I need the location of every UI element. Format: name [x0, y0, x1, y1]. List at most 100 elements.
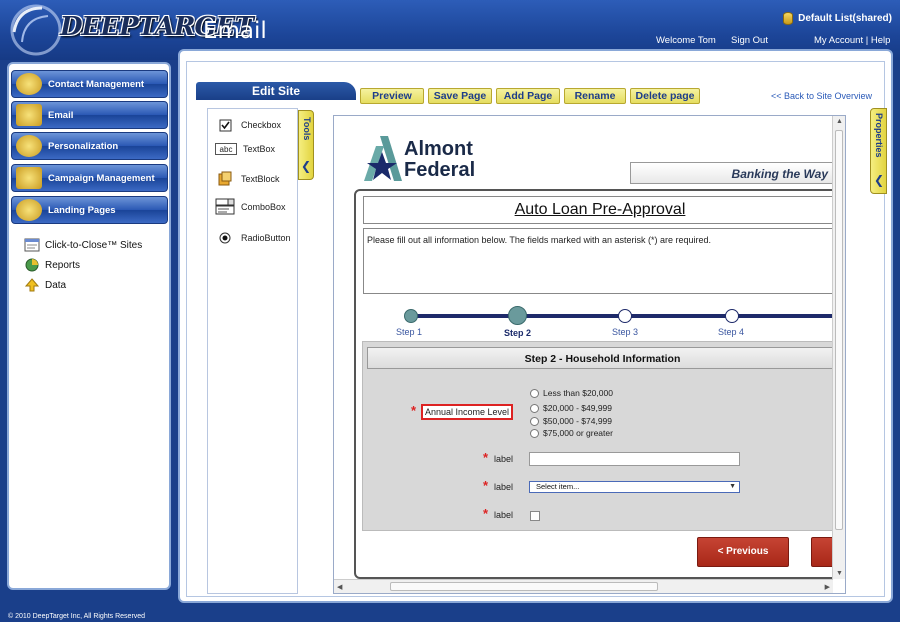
- tool-label: ComboBox: [241, 202, 286, 212]
- brand-swirl-icon: [10, 4, 62, 56]
- required-asterisk: *: [411, 403, 417, 418]
- page-canvas: Almont Federal Banking the Way Auto Loan…: [333, 115, 846, 594]
- scroll-up-icon[interactable]: ▲: [836, 118, 843, 125]
- tools-tab-label: Tools: [302, 117, 312, 141]
- edit-site-tab[interactable]: Edit Site: [196, 82, 356, 100]
- editor-area: Edit Site Preview Save Page Add Page Ren…: [186, 61, 887, 597]
- add-page-button[interactable]: Add Page: [496, 88, 560, 104]
- horizontal-scrollbar[interactable]: ◀ ▶: [334, 579, 833, 593]
- delete-page-button[interactable]: Delete page: [630, 88, 700, 104]
- properties-tab-label: Properties: [874, 113, 884, 158]
- product-name: Email: [203, 18, 267, 44]
- properties-tab[interactable]: Properties ❮: [870, 108, 887, 194]
- chevron-left-icon: ❮: [301, 159, 312, 173]
- left-sidebar: Contact Management Email Personalization…: [7, 62, 171, 590]
- save-page-button[interactable]: Save Page: [428, 88, 492, 104]
- chevron-left-icon: ❮: [874, 173, 885, 187]
- step-label-active: Step 2: [504, 328, 532, 338]
- household-section: Step 2 - Household Information * Annual …: [362, 341, 833, 531]
- nav-contact-management[interactable]: Contact Management: [11, 70, 168, 98]
- radio-icon: [530, 388, 539, 398]
- nav-landing-pages[interactable]: Landing Pages: [11, 196, 168, 224]
- radio-option[interactable]: $75,000 or greater: [530, 428, 613, 438]
- scroll-left-icon[interactable]: ◀: [337, 583, 342, 591]
- tool-textblock[interactable]: TextBlock: [215, 171, 280, 187]
- radio-option[interactable]: $50,000 - $74,999: [530, 416, 612, 426]
- combobox-icon: [215, 198, 235, 215]
- intro-textblock[interactable]: Please fill out all information below. T…: [363, 228, 833, 294]
- scroll-thumb[interactable]: [835, 130, 843, 530]
- tool-textbox[interactable]: abc TextBox: [215, 143, 275, 155]
- step-label: Step 4: [718, 327, 745, 337]
- radio-option[interactable]: Less than $20,000: [530, 388, 613, 398]
- sidebar-link-label: Click-to-Close™ Sites: [45, 239, 143, 251]
- bank-name-line2: Federal: [404, 159, 476, 181]
- main-panel: Edit Site Preview Save Page Add Page Ren…: [178, 49, 893, 603]
- tool-radiobutton[interactable]: RadioButton: [215, 230, 291, 246]
- step-label: Step 3: [612, 327, 639, 337]
- welcome-text: Welcome Tom: [656, 35, 716, 46]
- radio-label: $50,000 - $74,999: [543, 416, 613, 426]
- sidebar-link-data[interactable]: Data: [23, 277, 66, 293]
- nav-label: Contact Management: [48, 78, 145, 90]
- field-label[interactable]: label: [494, 482, 513, 492]
- nav-label: Email: [48, 109, 74, 121]
- nav-label: Landing Pages: [48, 204, 116, 216]
- scroll-down-icon[interactable]: ▼: [836, 570, 843, 577]
- campaign-icon: [16, 167, 42, 189]
- sidebar-link-label: Reports: [45, 259, 81, 271]
- income-label-selected[interactable]: Annual Income Level: [421, 404, 514, 420]
- vertical-scrollbar[interactable]: ▲ ▼: [832, 116, 845, 579]
- textbox-icon: abc: [215, 143, 237, 155]
- step-4-dot: [725, 309, 739, 323]
- sidebar-link-reports[interactable]: Reports: [23, 257, 80, 273]
- radio-icon: [530, 416, 539, 426]
- nav-campaign-management[interactable]: Campaign Management: [11, 164, 168, 192]
- step-label: Step 1: [396, 327, 423, 337]
- step-3-dot: [618, 309, 632, 323]
- combobox-field[interactable]: Select item... ▼: [529, 481, 740, 493]
- sidebar-link-label: Data: [45, 279, 67, 291]
- tagline-banner: Banking the Way: [630, 162, 833, 184]
- radio-label: Less than $20,000: [543, 388, 613, 398]
- next-button[interactable]: [811, 537, 833, 567]
- list-indicator[interactable]: Default List(shared): [783, 12, 892, 25]
- nav-email[interactable]: Email: [11, 101, 168, 129]
- checkbox-field[interactable]: [530, 511, 540, 521]
- personalization-icon: [16, 135, 42, 157]
- radiobutton-icon: [215, 230, 235, 246]
- previous-button[interactable]: < Previous: [697, 537, 789, 567]
- required-asterisk: *: [483, 506, 489, 521]
- field-label[interactable]: label: [494, 454, 513, 464]
- rename-button[interactable]: Rename: [564, 88, 626, 104]
- nav-label: Campaign Management: [48, 172, 155, 184]
- tool-combobox[interactable]: ComboBox: [215, 198, 286, 215]
- chevron-down-icon: ▼: [729, 483, 736, 490]
- form-title-box[interactable]: Auto Loan Pre-Approval: [363, 196, 833, 224]
- form-title: Auto Loan Pre-Approval: [514, 201, 686, 218]
- field-label[interactable]: label: [494, 510, 513, 520]
- tool-label: Checkbox: [241, 120, 282, 130]
- nav-label: Personalization: [48, 140, 119, 152]
- tool-label: TextBlock: [241, 174, 280, 184]
- radio-option[interactable]: $20,000 - $49,999: [530, 403, 612, 413]
- contacts-icon: [16, 73, 42, 95]
- intro-text: Please fill out all information below. T…: [367, 235, 711, 245]
- tool-checkbox[interactable]: Checkbox: [215, 117, 281, 133]
- step-progress: Step 1 Step 2 Step 3 Step 4: [396, 306, 833, 339]
- scroll-thumb[interactable]: [390, 582, 658, 591]
- preview-button[interactable]: Preview: [360, 88, 424, 104]
- textbox-field[interactable]: [529, 452, 740, 466]
- sidebar-link-sites[interactable]: Click-to-Close™ Sites: [23, 237, 142, 253]
- required-asterisk: *: [483, 450, 489, 465]
- account-help-link[interactable]: My Account | Help: [814, 35, 890, 46]
- tagline: Banking the Way: [731, 167, 828, 181]
- radio-icon: [530, 403, 539, 413]
- radio-label: $75,000 or greater: [543, 428, 613, 438]
- sign-out-link[interactable]: Sign Out: [731, 35, 768, 46]
- nav-personalization[interactable]: Personalization: [11, 132, 168, 160]
- landing-pages-icon: [16, 199, 42, 221]
- scroll-right-icon[interactable]: ▶: [825, 583, 830, 591]
- back-to-site-overview-link[interactable]: << Back to Site Overview: [771, 91, 872, 101]
- tools-tab[interactable]: Tools ❮: [298, 110, 314, 180]
